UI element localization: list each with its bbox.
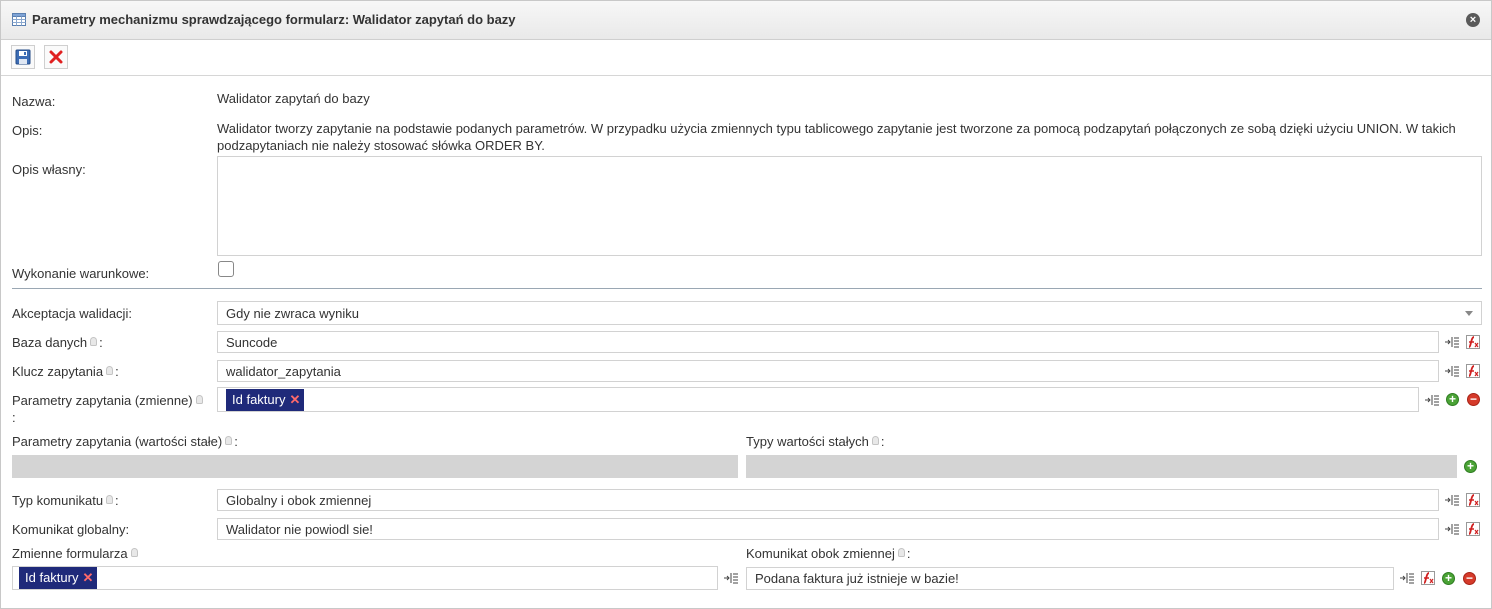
add-icon[interactable]: + bbox=[1464, 460, 1477, 473]
variable-tag-label: Id faktury bbox=[232, 392, 286, 407]
lightbulb-icon[interactable] bbox=[897, 548, 905, 557]
database-label: Baza danych: bbox=[12, 335, 103, 350]
remove-icon[interactable]: − bbox=[1467, 393, 1480, 406]
lightbulb-icon[interactable] bbox=[90, 337, 98, 346]
label-colon: : bbox=[906, 546, 911, 561]
label-colon: : bbox=[115, 364, 119, 379]
variable-tag: Id faktury ✕ bbox=[226, 389, 305, 411]
table-icon bbox=[12, 13, 26, 26]
insert-variable-icon[interactable] bbox=[1424, 392, 1440, 408]
lightbulb-icon[interactable] bbox=[195, 395, 203, 404]
query-constant-params-label-text: Parametry zapytania (wartości stałe) bbox=[12, 434, 223, 449]
message-type-input[interactable]: Globalny i obok zmiennej bbox=[217, 489, 1439, 511]
validation-acceptance-label: Akceptacja walidacji: bbox=[12, 306, 132, 321]
name-value: Walidator zapytań do bazy bbox=[217, 91, 370, 106]
form-variables-label: Zmienne formularza bbox=[12, 546, 140, 561]
section-divider bbox=[12, 288, 1482, 289]
own-description-textarea[interactable] bbox=[217, 156, 1482, 256]
lightbulb-icon[interactable] bbox=[871, 436, 879, 445]
cancel-button[interactable] bbox=[44, 45, 68, 69]
dialog-title: Parametry mechanizmu sprawdzającego form… bbox=[32, 12, 516, 27]
constant-types-label-text: Typy wartości stałych bbox=[746, 434, 869, 449]
description-value: Walidator tworzy zapytanie na podstawie … bbox=[217, 120, 1482, 154]
message-type-label-text: Typ komunikatu bbox=[12, 493, 104, 508]
description-line-1: Walidator tworzy zapytanie na podstawie … bbox=[217, 121, 1456, 136]
toolbar bbox=[1, 40, 1491, 76]
form-variables-input[interactable]: Id faktury ✕ bbox=[12, 566, 718, 590]
query-key-input[interactable]: walidator_zapytania bbox=[217, 360, 1439, 382]
global-message-input[interactable]: Walidator nie powiodl sie! bbox=[217, 518, 1439, 540]
constant-types-label: Typy wartości stałych: bbox=[746, 434, 884, 449]
database-label-text: Baza danych bbox=[12, 335, 88, 350]
lightbulb-icon[interactable] bbox=[106, 495, 114, 504]
save-button[interactable] bbox=[11, 45, 35, 69]
query-constant-params-label: Parametry zapytania (wartości stałe): bbox=[12, 434, 238, 449]
label-colon: : bbox=[115, 493, 119, 508]
message-type-label: Typ komunikatu: bbox=[12, 493, 119, 508]
insert-variable-icon[interactable] bbox=[1444, 363, 1460, 379]
add-icon[interactable]: + bbox=[1442, 572, 1455, 585]
constant-types-empty-field bbox=[746, 455, 1457, 478]
validation-acceptance-select[interactable]: Gdy nie zwraca wyniku bbox=[217, 301, 1482, 325]
variable-tag: Id faktury ✕ bbox=[19, 567, 98, 589]
function-icon[interactable] bbox=[1420, 570, 1436, 586]
function-icon[interactable] bbox=[1465, 492, 1481, 508]
lightbulb-icon[interactable] bbox=[130, 548, 138, 557]
variable-tag-label: Id faktury bbox=[25, 570, 79, 585]
insert-variable-icon[interactable] bbox=[1399, 570, 1415, 586]
function-icon[interactable] bbox=[1465, 334, 1481, 350]
query-variable-params-label-text: Parametry zapytania (zmienne) bbox=[12, 393, 193, 408]
dialog-titlebar: Parametry mechanizmu sprawdzającego form… bbox=[1, 1, 1491, 40]
lightbulb-icon[interactable] bbox=[225, 436, 233, 445]
lightbulb-icon[interactable] bbox=[106, 366, 114, 375]
remove-tag-icon[interactable]: ✕ bbox=[82, 570, 93, 585]
conditional-execution-label: Wykonanie warunkowe: bbox=[12, 266, 150, 281]
query-variable-params-input[interactable]: Id faktury ✕ bbox=[217, 387, 1419, 412]
label-colon: : bbox=[12, 410, 16, 425]
database-input[interactable]: Suncode bbox=[217, 331, 1439, 353]
insert-variable-icon[interactable] bbox=[723, 570, 739, 586]
label-colon: : bbox=[99, 335, 103, 350]
label-colon: : bbox=[234, 434, 238, 449]
query-key-label: Klucz zapytania: bbox=[12, 364, 119, 379]
name-label: Nazwa: bbox=[12, 94, 56, 109]
insert-variable-icon[interactable] bbox=[1444, 521, 1460, 537]
description-label: Opis: bbox=[12, 123, 43, 138]
description-line-2: podzapytaniach nie należy stosować słówk… bbox=[217, 138, 545, 153]
query-variable-params-label: Parametry zapytania (zmienne) bbox=[12, 393, 205, 408]
function-icon[interactable] bbox=[1465, 363, 1481, 379]
global-message-label: Komunikat globalny: bbox=[12, 522, 130, 537]
floppy-disk-icon bbox=[15, 49, 31, 65]
query-key-label-text: Klucz zapytania bbox=[12, 364, 104, 379]
chevron-down-icon bbox=[1465, 311, 1473, 316]
message-next-to-variable-label-text: Komunikat obok zmiennej bbox=[746, 546, 895, 561]
message-next-to-variable-label: Komunikat obok zmiennej: bbox=[746, 546, 910, 561]
function-icon[interactable] bbox=[1465, 521, 1481, 537]
validation-acceptance-value: Gdy nie zwraca wyniku bbox=[226, 306, 359, 321]
add-icon[interactable]: + bbox=[1446, 393, 1459, 406]
insert-variable-icon[interactable] bbox=[1444, 334, 1460, 350]
own-description-label: Opis własny: bbox=[12, 162, 86, 177]
constant-params-empty-field bbox=[12, 455, 738, 478]
remove-tag-icon[interactable]: ✕ bbox=[289, 392, 300, 407]
message-next-to-variable-input[interactable]: Podana faktura już istnieje w bazie! bbox=[746, 567, 1394, 590]
close-icon[interactable]: × bbox=[1466, 13, 1480, 27]
parameters-dialog: Parametry mechanizmu sprawdzającego form… bbox=[0, 0, 1492, 609]
red-x-icon bbox=[49, 50, 63, 64]
conditional-execution-checkbox[interactable] bbox=[218, 261, 234, 277]
form-variables-label-text: Zmienne formularza bbox=[12, 546, 128, 561]
label-colon: : bbox=[880, 434, 885, 449]
insert-variable-icon[interactable] bbox=[1444, 492, 1460, 508]
remove-icon[interactable]: − bbox=[1463, 572, 1476, 585]
